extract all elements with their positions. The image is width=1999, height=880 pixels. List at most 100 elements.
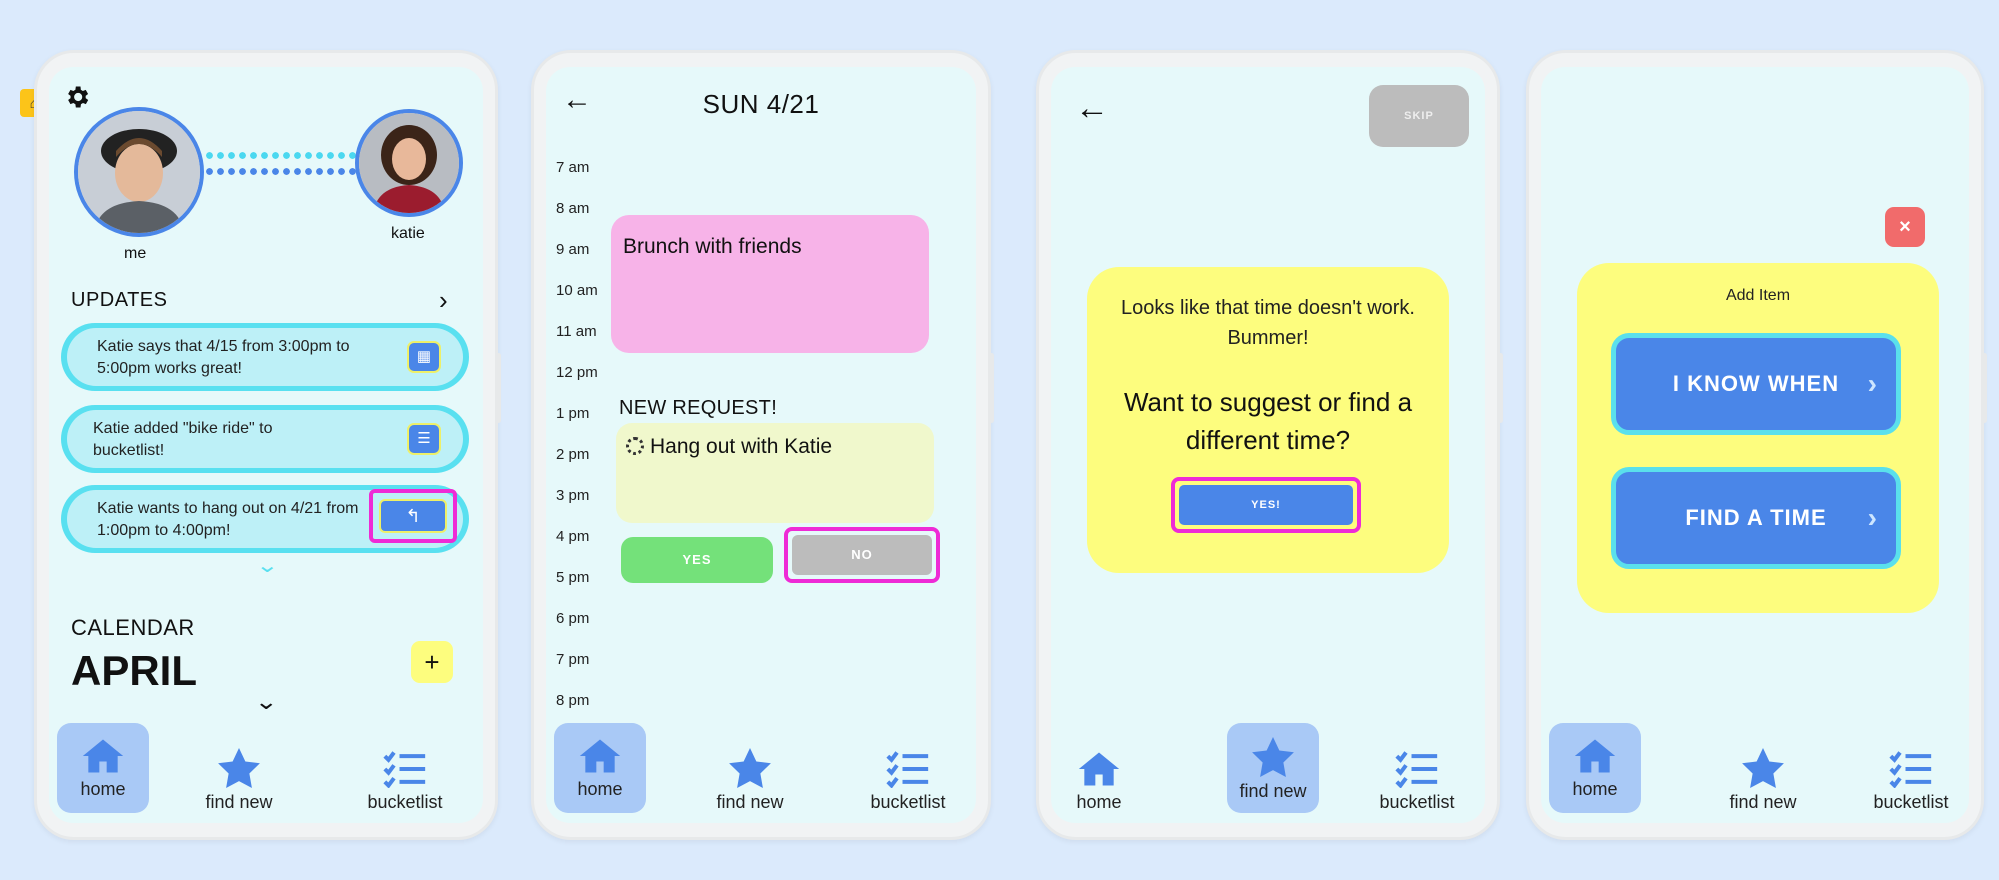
chevron-right-icon: › [1867,502,1878,533]
add-item-card: Add Item I KNOW WHEN › FIND A TIME › [1577,263,1939,613]
nav-bucketlist-label: bucketlist [870,792,946,812]
nav-home-label: home [80,779,126,799]
bottom-nav: home find new bucketlist [1541,713,1969,823]
calendar-icon[interactable]: ▦ [407,341,441,373]
hour-label: 10 am [556,282,598,299]
me-label: me [124,245,147,262]
update-card-2[interactable]: Katie added "bike ride" to bucketlist! ☰ [61,405,469,473]
nav-bucketlist[interactable]: bucketlist [1849,750,1969,813]
gear-icon[interactable] [63,83,91,119]
phone-day-view: ← SUN 4/21 7 am 8 am 9 am 10 am 11 am 12… [531,50,994,840]
hour-label: 12 pm [556,364,598,381]
skip-button[interactable]: SKIP [1369,85,1469,147]
bummer-message: Looks like that time doesn't work. Bumme… [1121,297,1415,349]
home-icon [1078,752,1120,786]
decline-button[interactable]: NO [792,535,932,575]
hour-label: 8 pm [556,692,590,709]
update-text: Katie says that 4/15 from 3:00pm to 5:00… [97,338,350,377]
event-request[interactable]: Hang out with Katie [616,423,934,523]
bottom-nav: home find new bucketlist [49,713,483,823]
avatar-me[interactable] [74,107,204,237]
katie-label: katie [391,225,425,242]
star-icon [1742,748,1784,788]
hour-label: 3 pm [556,487,590,504]
star-icon [729,748,771,788]
update-card-1[interactable]: Katie says that 4/15 from 3:00pm to 5:00… [61,323,469,391]
bottom-nav: home find new bucketlist [1051,713,1485,823]
nav-find-new[interactable]: find new [1227,723,1319,813]
star-icon [218,748,260,788]
nav-home[interactable]: home [1549,723,1641,813]
nav-bucketlist[interactable]: bucketlist [1355,750,1479,813]
nav-find-new[interactable]: find new [1703,748,1823,813]
reply-icon[interactable]: ↰ [379,499,447,533]
home-icon [1574,739,1616,773]
hour-label: 9 am [556,241,590,258]
nav-find-new[interactable]: find new [690,748,810,813]
add-event-button[interactable]: + [411,641,453,683]
screen: me katie UPDATES › Katie says that 4/15 … [49,67,483,823]
updates-heading: UPDATES [71,289,168,311]
hour-label: 8 am [556,200,590,217]
update-card-body: Katie added "bike ride" to bucketlist! ☰ [67,410,463,468]
month-title: APRIL [71,647,197,694]
home-icon [82,739,124,773]
suggest-question: Want to suggest or find a different time… [1123,387,1413,455]
hour-label: 7 pm [556,651,590,668]
hour-label: 2 pm [556,446,590,463]
find-a-time-label: FIND A TIME [1685,505,1827,530]
find-a-time-button[interactable]: FIND A TIME › [1611,467,1901,569]
hour-label: 4 pm [556,528,590,545]
accept-button[interactable]: YES [621,537,773,583]
yes-button-highlight: YES! [1171,477,1361,533]
nav-bucketlist-label: bucketlist [1379,792,1455,812]
close-button[interactable]: × [1885,207,1925,247]
i-know-when-button[interactable]: I KNOW WHEN › [1611,333,1901,435]
event-brunch[interactable]: Brunch with friends [611,215,929,353]
update-text: Katie added "bike ride" to bucketlist! [93,420,273,459]
reply-button-highlight[interactable]: ↰ [369,489,457,543]
chevron-right-icon[interactable]: › [439,285,448,316]
nav-bucketlist[interactable]: bucketlist [343,750,467,813]
chevron-down-icon[interactable]: ⌄ [254,689,278,715]
nav-find-new-label: find new [716,792,784,812]
new-request-heading: NEW REQUEST! [619,397,778,419]
nav-bucketlist[interactable]: bucketlist [846,750,970,813]
day-title: SUN 4/21 [702,89,820,119]
nav-find-new-label: find new [1239,781,1307,801]
nav-home-label: home [577,779,623,799]
nav-find-new-label: find new [205,792,273,812]
home-icon [579,739,621,773]
nav-home[interactable]: home [1051,750,1159,813]
calendar-heading: CALENDAR [71,615,195,640]
back-arrow-icon[interactable]: ← [1075,89,1109,128]
decline-button-highlight: NO [784,527,940,583]
chevron-down-icon[interactable]: ⌄ [256,553,279,578]
connection-dots-bottom [204,167,364,176]
screen: ← SKIP Looks like that time doesn't work… [1051,67,1485,823]
checklist-icon [886,751,929,788]
hour-label: 7 am [556,159,590,176]
add-item-title: Add Item [1725,287,1791,304]
nav-bucketlist-label: bucketlist [367,792,443,812]
checklist-icon [1889,751,1932,788]
star-icon [1252,737,1294,777]
bottom-nav: home find new bucketlist [546,713,976,823]
phone-suggest-screen: ← SKIP Looks like that time doesn't work… [1036,50,1503,840]
hour-label: 5 pm [556,569,590,586]
nav-bucketlist-label: bucketlist [1873,792,1949,812]
avatar-katie[interactable] [355,109,463,217]
screen: ← SUN 4/21 7 am 8 am 9 am 10 am 11 am 12… [546,67,976,823]
nav-home-label: home [1572,779,1618,799]
hour-label: 6 pm [556,610,590,627]
nav-home[interactable]: home [57,723,149,813]
list-icon[interactable]: ☰ [407,423,441,455]
i-know-when-label: I KNOW WHEN [1672,371,1840,396]
hour-label: 11 am [556,323,597,340]
update-card-body: Katie says that 4/15 from 3:00pm to 5:00… [67,328,463,386]
nav-home-label: home [1076,792,1122,812]
screen: × Add Item I KNOW WHEN › FIND A TIME › h… [1541,67,1969,823]
nav-find-new[interactable]: find new [179,748,299,813]
yes-button[interactable]: YES! [1179,485,1353,525]
nav-home[interactable]: home [554,723,646,813]
